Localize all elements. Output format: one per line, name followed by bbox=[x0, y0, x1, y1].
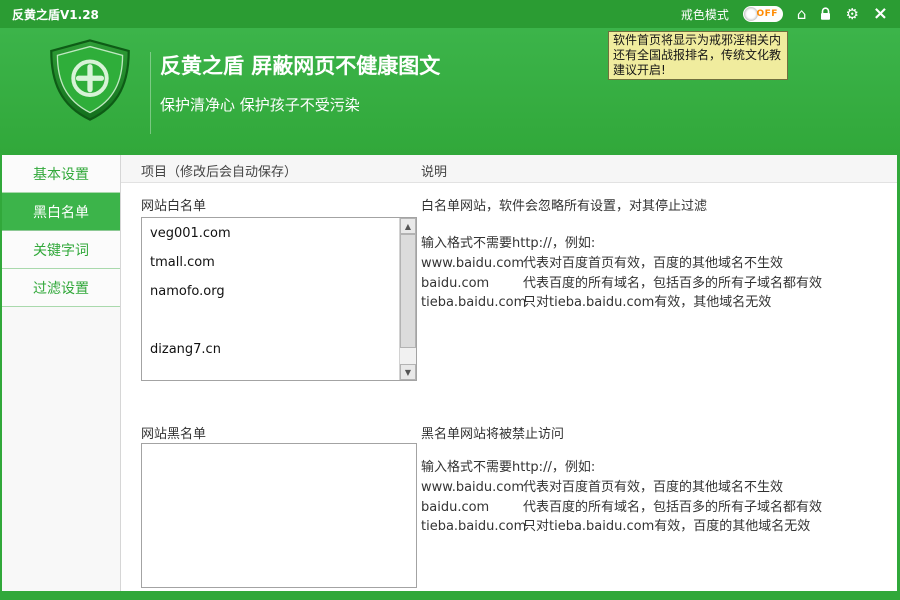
tooltip-line: 还有全国战报排名，传统文化教 bbox=[613, 48, 782, 62]
mode-label: 戒色模式 bbox=[680, 7, 729, 22]
columns-header: 项目（修改后会自动保存） 说明 bbox=[121, 155, 897, 183]
example-domain: baidu.com bbox=[421, 500, 490, 515]
example-desc: 代表百度的所有域名，包括百多的所有子域名都有效 bbox=[523, 276, 823, 291]
example-domain: tieba.baidu.com bbox=[421, 519, 527, 534]
app-title: 反黄之盾V1.28 bbox=[12, 7, 99, 22]
sidebar-item-basic-settings[interactable]: 基本设置 bbox=[2, 155, 120, 193]
whitelist-format-hint: 输入格式不需要http://，例如: bbox=[421, 236, 596, 251]
blacklist-listbox[interactable] bbox=[141, 443, 417, 588]
scroll-up-icon[interactable]: ▲ bbox=[400, 218, 416, 234]
shield-logo-icon bbox=[46, 38, 134, 126]
description-column-header: 说明 bbox=[421, 165, 448, 180]
body-area: 基本设置 黑白名单 关键字词 过滤设置 项目（修改后会自动保存） 说明 网站白名… bbox=[2, 155, 897, 591]
close-icon[interactable]: × bbox=[873, 5, 888, 23]
blacklist-description: 黑名单网站将被禁止访问 bbox=[421, 427, 565, 442]
blacklist-format-hint: 输入格式不需要http://，例如: bbox=[421, 460, 596, 475]
toggle-state-label: OFF bbox=[756, 9, 778, 19]
items-column-header: 项目（修改后会自动保存） bbox=[141, 165, 298, 180]
whitelist-entry: tmall.com bbox=[150, 255, 215, 270]
main-panel: 项目（修改后会自动保存） 说明 网站白名单 veg001.com tmall.c… bbox=[121, 155, 897, 591]
blacklist-example-row: tieba.baidu.com只对tieba.baidu.com有效，百度的其他… bbox=[421, 515, 810, 534]
mode-tooltip: 软件首页将显示为戒邪淫相关内 还有全国战报排名，传统文化教 建议开启! bbox=[608, 31, 788, 80]
whitelist-entry: namofo.org bbox=[150, 284, 225, 299]
home-icon[interactable]: ⌂ bbox=[797, 6, 807, 22]
tooltip-line: 软件首页将显示为戒邪淫相关内 bbox=[613, 33, 782, 47]
blacklist-label: 网站黑名单 bbox=[141, 427, 207, 442]
blacklist-example-row: baidu.com 代表百度的所有域名，包括百多的所有子域名都有效 bbox=[421, 496, 822, 515]
sidebar-item-black-white-list[interactable]: 黑白名单 bbox=[2, 193, 120, 231]
whitelist-listbox[interactable]: veg001.com tmall.com namofo.org dizang7.… bbox=[141, 217, 417, 381]
example-desc: 代表对百度首页有效，百度的其他域名不生效 bbox=[523, 480, 784, 495]
titlebar-controls: 戒色模式 OFF ⌂ ⚙ × bbox=[681, 5, 888, 23]
app-window: 反黄之盾V1.28 戒色模式 OFF ⌂ ⚙ × 反黄之盾 屏蔽网页不健康图文 … bbox=[0, 0, 900, 600]
header-banner: 反黄之盾 屏蔽网页不健康图文 保护清净心 保护孩子不受污染 软件首页将显示为戒邪… bbox=[0, 28, 900, 155]
whitelist-description: 白名单网站，软件会忽略所有设置，对其停止过滤 bbox=[421, 199, 708, 214]
whitelist-entry bbox=[150, 311, 399, 340]
header-title: 反黄之盾 屏蔽网页不健康图文 bbox=[160, 54, 441, 78]
whitelist-scrollbar[interactable]: ▲ ▼ bbox=[399, 218, 416, 380]
whitelist-example-row: baidu.com 代表百度的所有域名，包括百多的所有子域名都有效 bbox=[421, 272, 822, 291]
mode-toggle[interactable]: OFF bbox=[742, 6, 783, 22]
header-divider bbox=[150, 52, 151, 134]
example-desc: 代表对百度首页有效，百度的其他域名不生效 bbox=[523, 256, 784, 271]
tooltip-line: 建议开启! bbox=[613, 63, 666, 77]
lock-icon[interactable] bbox=[820, 7, 831, 21]
sidebar: 基本设置 黑白名单 关键字词 过滤设置 bbox=[2, 155, 121, 591]
whitelist-label: 网站白名单 bbox=[141, 199, 207, 214]
example-desc: 代表百度的所有域名，包括百多的所有子域名都有效 bbox=[523, 500, 823, 515]
whitelist-entry: dizang7.cn bbox=[150, 342, 221, 357]
whitelist-example-row: www.baidu.com代表对百度首页有效，百度的其他域名不生效 bbox=[421, 252, 783, 271]
example-desc: 只对tieba.baidu.com有效，其他域名无效 bbox=[523, 295, 772, 310]
example-domain: tieba.baidu.com bbox=[421, 295, 527, 310]
example-desc: 只对tieba.baidu.com有效，百度的其他域名无效 bbox=[523, 519, 811, 534]
titlebar: 反黄之盾V1.28 戒色模式 OFF ⌂ ⚙ × bbox=[0, 0, 900, 28]
whitelist-entries: veg001.com tmall.com namofo.org dizang7.… bbox=[142, 218, 399, 380]
whitelist-entry: veg001.com bbox=[150, 226, 231, 241]
sidebar-item-filter-settings[interactable]: 过滤设置 bbox=[2, 269, 120, 307]
whitelist-example-row: tieba.baidu.com只对tieba.baidu.com有效，其他域名无… bbox=[421, 291, 771, 310]
header-subtitle: 保护清净心 保护孩子不受污染 bbox=[160, 96, 360, 114]
scrollbar-thumb[interactable] bbox=[400, 234, 416, 348]
blacklist-example-row: www.baidu.com代表对百度首页有效，百度的其他域名不生效 bbox=[421, 476, 783, 495]
example-domain: www.baidu.com bbox=[421, 256, 525, 271]
example-domain: baidu.com bbox=[421, 276, 490, 291]
scroll-down-icon[interactable]: ▼ bbox=[400, 364, 416, 380]
sidebar-item-keywords[interactable]: 关键字词 bbox=[2, 231, 120, 269]
gear-icon[interactable]: ⚙ bbox=[845, 6, 858, 22]
example-domain: www.baidu.com bbox=[421, 480, 525, 495]
